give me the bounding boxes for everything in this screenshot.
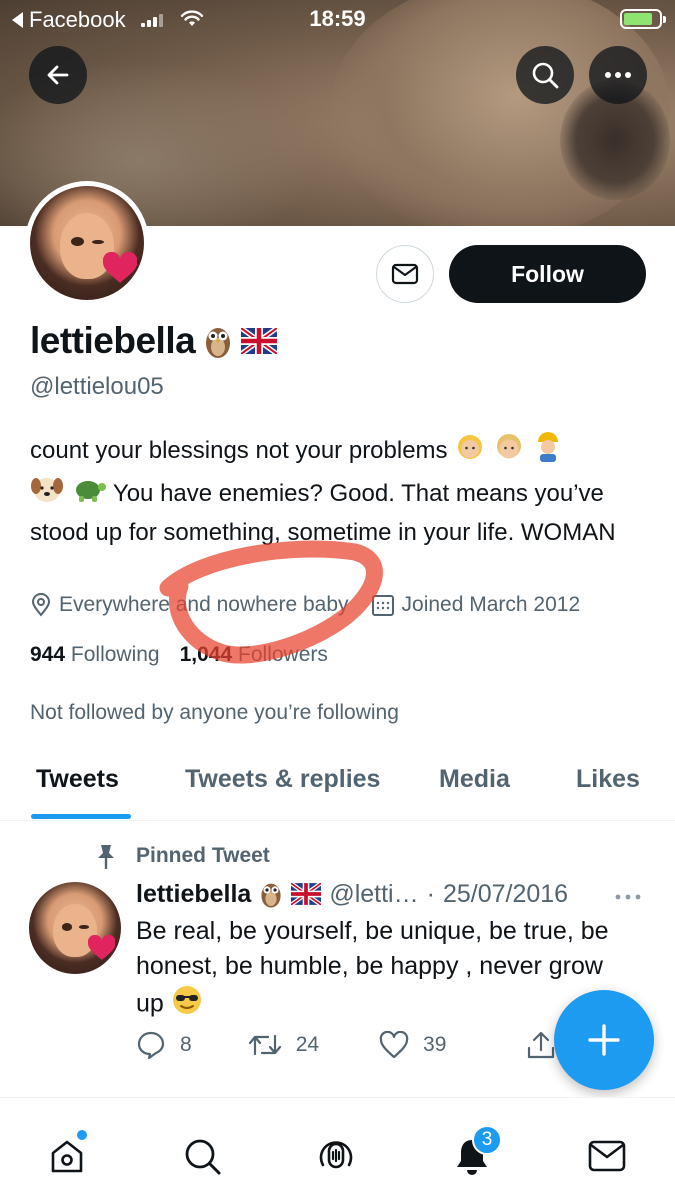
tweet-date[interactable]: 25/07/2016 bbox=[443, 880, 568, 909]
turtle-emoji-icon bbox=[71, 474, 107, 516]
location-pin-icon bbox=[31, 593, 51, 617]
girl-emoji-icon bbox=[454, 431, 486, 473]
nav-search[interactable] bbox=[180, 1134, 224, 1178]
tab-media[interactable]: Media bbox=[439, 765, 510, 794]
tweet-actions: 8 24 39 bbox=[136, 1030, 446, 1060]
tweet-text: Be real, be yourself, be unique, be true… bbox=[136, 917, 609, 1018]
tab-tweets-and-replies[interactable]: Tweets & replies bbox=[185, 765, 380, 794]
mutual-followers-text: Not followed by anyone you’re following bbox=[30, 701, 399, 724]
display-name-text: lettiebella bbox=[30, 320, 196, 361]
profile-display-name: lettiebella bbox=[30, 320, 278, 362]
tweet-header: lettiebella @letti… · 25/07/2016 bbox=[136, 879, 568, 909]
profile-location: Everywhere and nowhere baby bbox=[30, 593, 349, 617]
reply-bubble-icon bbox=[137, 1031, 165, 1060]
tweet-more-button[interactable] bbox=[615, 880, 641, 906]
pinned-label: Pinned Tweet bbox=[136, 844, 270, 867]
following-link[interactable]: 944 Following bbox=[30, 643, 160, 667]
pin-icon bbox=[98, 845, 114, 869]
spaces-microphone-icon bbox=[319, 1141, 353, 1169]
uk-flag-icon bbox=[291, 883, 322, 905]
message-button[interactable] bbox=[376, 245, 434, 303]
like-count: 39 bbox=[423, 1033, 447, 1056]
profile-meta: Everywhere and nowhere baby Joined March… bbox=[30, 593, 580, 617]
retweet-icon bbox=[248, 1034, 281, 1056]
reply-button[interactable]: 8 bbox=[136, 1030, 192, 1060]
follow-counts: 944 Following 1,044 Followers bbox=[30, 643, 328, 667]
tab-tweets[interactable]: Tweets bbox=[36, 765, 119, 794]
tweet-body[interactable]: Be real, be yourself, be unique, be true… bbox=[136, 914, 636, 1026]
tweet-author-name[interactable]: lettiebella bbox=[136, 880, 251, 909]
envelope-icon bbox=[588, 1140, 626, 1172]
ellipsis-icon bbox=[605, 72, 631, 78]
home-new-indicator bbox=[77, 1130, 87, 1140]
envelope-icon bbox=[391, 263, 419, 285]
reply-count: 8 bbox=[180, 1033, 192, 1056]
joined-text: Joined March 2012 bbox=[401, 593, 581, 616]
back-button[interactable] bbox=[29, 46, 87, 104]
owl-emoji-icon bbox=[206, 328, 231, 358]
dog-face-emoji-icon bbox=[30, 474, 64, 516]
search-button[interactable] bbox=[516, 46, 574, 104]
construction-worker-emoji-icon bbox=[532, 430, 564, 474]
ellipsis-icon bbox=[615, 894, 641, 900]
bottom-navigation: 3 bbox=[0, 1097, 675, 1200]
nav-notifications[interactable]: 3 bbox=[450, 1125, 502, 1178]
plus-icon bbox=[588, 1024, 620, 1056]
tweet-author-avatar[interactable] bbox=[29, 882, 121, 974]
profile-avatar[interactable] bbox=[25, 181, 149, 305]
battery-charging-icon bbox=[620, 9, 666, 29]
tweet-separator: · bbox=[426, 879, 435, 908]
calendar-icon bbox=[371, 595, 394, 616]
profile-handle: @lettielou05 bbox=[30, 373, 164, 400]
following-count: 944 bbox=[30, 643, 66, 666]
nav-messages[interactable] bbox=[585, 1134, 629, 1178]
tweet-author-handle: @letti… bbox=[329, 879, 419, 908]
search-icon bbox=[185, 1139, 221, 1175]
profile-bio: count your blessings not your problems Y… bbox=[30, 430, 640, 552]
followers-label: Followers bbox=[238, 643, 328, 666]
notifications-badge: 3 bbox=[472, 1125, 502, 1155]
followers-count: 1,044 bbox=[179, 643, 233, 666]
location-text: Everywhere and nowhere baby bbox=[59, 593, 349, 616]
boy-emoji-icon bbox=[493, 431, 525, 473]
follow-button[interactable]: Follow bbox=[449, 245, 646, 303]
uk-flag-icon bbox=[241, 328, 278, 354]
bio-line-2: You have enemies? Good. That means you’v… bbox=[30, 479, 616, 546]
status-bar: Facebook 18:59 bbox=[0, 0, 675, 38]
heart-emoji-icon bbox=[87, 935, 116, 961]
tab-likes[interactable]: Likes bbox=[576, 765, 640, 794]
retweet-button[interactable]: 24 bbox=[248, 1032, 319, 1058]
search-icon bbox=[532, 62, 559, 89]
like-button[interactable]: 39 bbox=[379, 1031, 446, 1059]
bio-line-1: count your blessings not your problems bbox=[30, 437, 448, 465]
arrow-left-icon bbox=[47, 65, 69, 85]
profile-tabs: Tweets Tweets & replies Media Likes bbox=[0, 745, 675, 821]
sunglasses-emoji-icon bbox=[171, 984, 203, 1026]
owl-emoji-icon bbox=[261, 883, 281, 908]
nav-home[interactable] bbox=[45, 1130, 89, 1178]
pinned-indicator: Pinned Tweet bbox=[94, 843, 270, 869]
nav-spaces[interactable] bbox=[314, 1134, 358, 1178]
status-time: 18:59 bbox=[309, 6, 366, 31]
following-label: Following bbox=[70, 643, 160, 666]
retweet-count: 24 bbox=[295, 1033, 320, 1056]
share-icon[interactable] bbox=[526, 1030, 556, 1060]
home-icon bbox=[51, 1140, 83, 1173]
heart-emoji-icon bbox=[102, 252, 138, 283]
more-options-button[interactable] bbox=[589, 46, 647, 104]
profile-joined: Joined March 2012 bbox=[371, 593, 581, 617]
active-tab-indicator bbox=[31, 814, 131, 819]
compose-tweet-button[interactable] bbox=[554, 990, 654, 1090]
followers-link[interactable]: 1,044 Followers bbox=[180, 643, 328, 667]
heart-outline-icon bbox=[379, 1031, 409, 1059]
